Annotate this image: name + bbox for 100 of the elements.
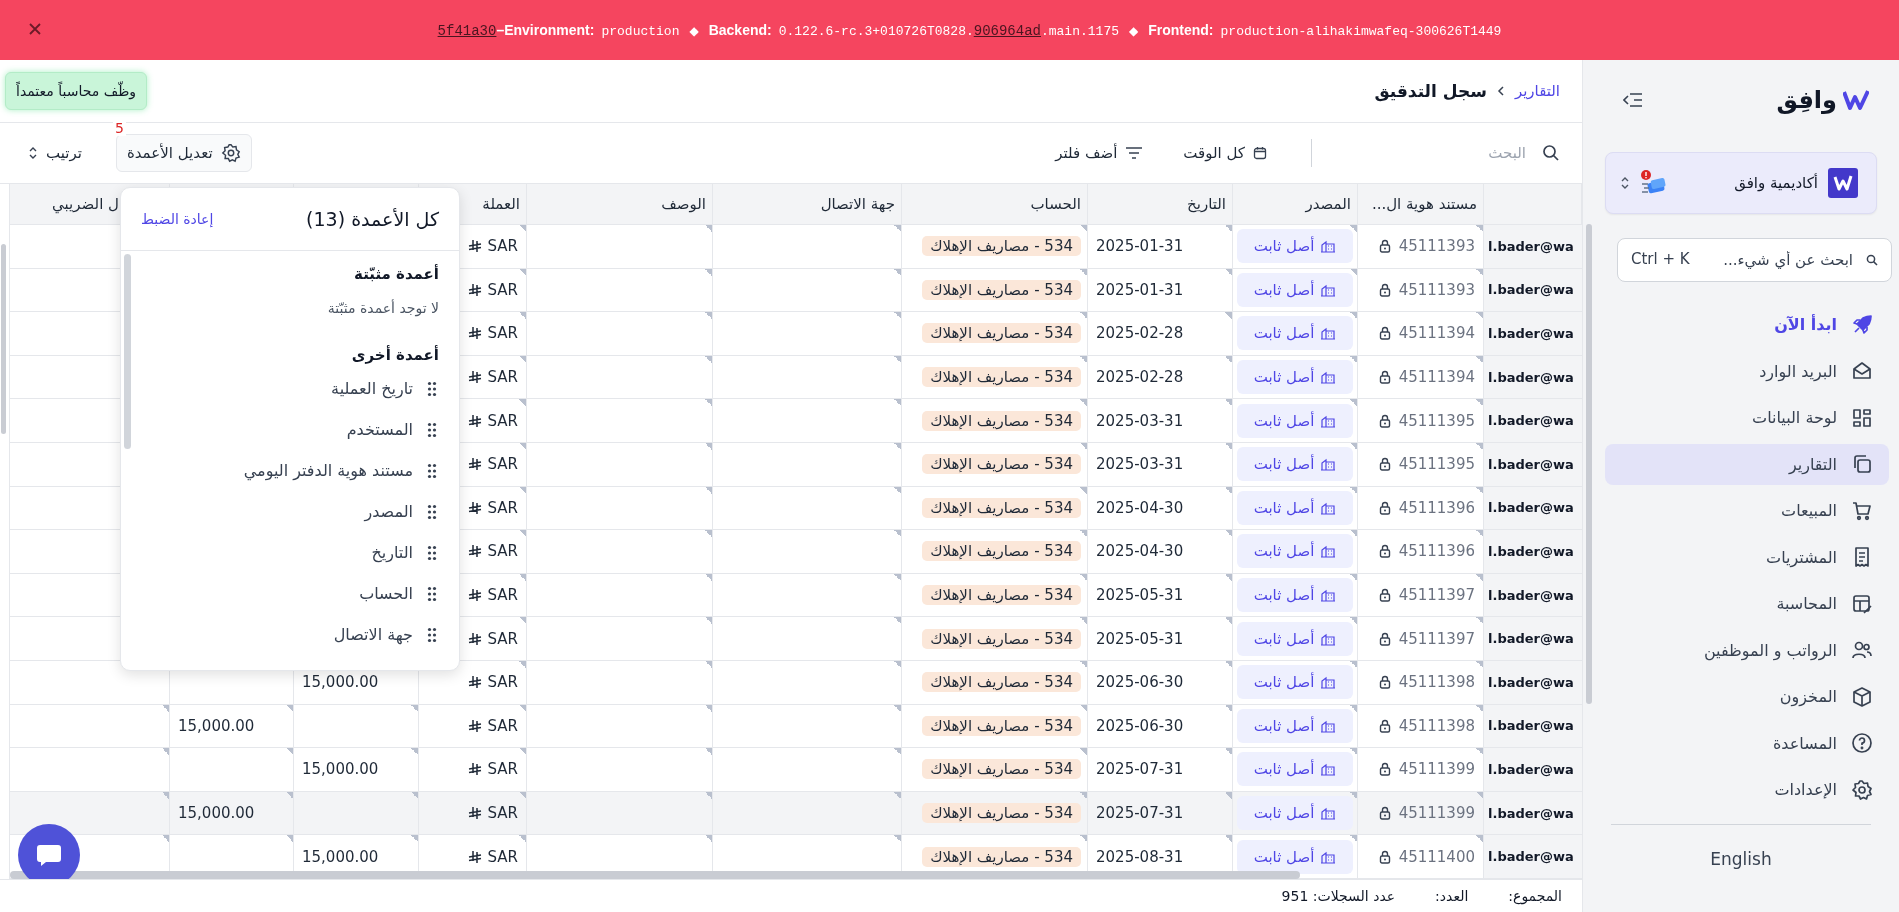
scrollbar[interactable] [1, 244, 6, 434]
nav-item[interactable]: الإعدادات [1605, 769, 1889, 810]
source-tag[interactable]: أصل ثابت [1237, 447, 1353, 482]
env-value: .main.1175 [1040, 23, 1119, 39]
table-cell: 45111395 [1398, 455, 1475, 474]
column-header[interactable]: مستند هوية ال... [1357, 184, 1484, 225]
building-icon [1320, 282, 1337, 297]
nav-item[interactable]: الرواتب و الموظفين [1605, 629, 1889, 671]
source-tag[interactable]: أصل ثابت [1237, 360, 1353, 395]
nav-item[interactable]: البريد الوارد [1605, 350, 1889, 392]
riyal-icon [467, 762, 482, 777]
column-header[interactable]: المصدر [1232, 184, 1358, 225]
search-field[interactable]: البحث [1374, 143, 1528, 163]
column-option[interactable]: المصدر [364, 502, 413, 521]
nav-item[interactable]: التقارير [1605, 443, 1889, 485]
nav-item[interactable]: المحاسبة [1605, 583, 1889, 624]
nav-item[interactable]: المبيعات [1605, 490, 1889, 531]
table-cell: SAR [487, 368, 518, 387]
scrollbar[interactable] [10, 871, 1300, 879]
account-tag: 534 - مصاريف الإهلاك [922, 715, 1081, 736]
column-option[interactable]: مستند هوية الدفتر اليومي [243, 461, 413, 480]
column-header[interactable]: التاريخ [1087, 184, 1233, 225]
env-value: 0.122.6-rc.3+010726T0828. [778, 23, 974, 39]
drag-handle-icon[interactable] [427, 380, 437, 397]
source-tag[interactable]: أصل ثابت [1237, 708, 1353, 743]
source-tag[interactable]: أصل ثابت [1237, 796, 1353, 830]
source-tag[interactable]: أصل ثابت [1237, 490, 1353, 525]
riyal-icon [467, 588, 482, 603]
table-cell: 2025-01-31 [1096, 237, 1184, 256]
table-cell: 2025-02-28 [1096, 368, 1184, 387]
sort-button[interactable]: ترتيب [22, 140, 88, 166]
drag-handle-icon[interactable] [427, 585, 437, 602]
period-button[interactable]: كل الوقت [1177, 140, 1273, 166]
add-filter-button[interactable]: أضف فلتر [1049, 140, 1150, 166]
riyal-icon [467, 544, 482, 559]
table-cell: 15,000.00 [302, 847, 379, 866]
source-tag[interactable]: أصل ثابت [1237, 272, 1353, 307]
organization-switcher[interactable]: أكاديمية وافق [1605, 152, 1877, 214]
nav-item[interactable]: لوحة البيانات [1605, 397, 1889, 438]
nav-item[interactable]: المساعدة [1605, 722, 1889, 764]
source-tag[interactable]: أصل ثابت [1237, 665, 1353, 700]
commit-link[interactable]: 906964ad [973, 22, 1041, 39]
table-cell: l.bader@wa [1488, 413, 1574, 429]
source-tag[interactable]: أصل ثابت [1237, 752, 1353, 787]
column-option[interactable]: تاريخ العملية [331, 379, 413, 398]
table-cell: l.bader@wa [1488, 674, 1574, 690]
drag-handle-icon[interactable] [427, 503, 437, 520]
edit-columns-button[interactable]: تعديل الأعمدة [115, 134, 252, 172]
source-tag[interactable]: أصل ثابت [1237, 839, 1353, 874]
commit-link[interactable]: 5f41a30 [437, 22, 497, 39]
language-link[interactable]: English [1710, 849, 1772, 869]
drag-handle-icon[interactable] [427, 544, 437, 561]
table-cell: 45111398 [1398, 673, 1475, 692]
filter-icon [1125, 146, 1144, 160]
table-cell: l.bader@wa [1488, 805, 1574, 821]
promo-button[interactable]: وظّف محاسباً معتمداً [5, 72, 148, 110]
nav-item[interactable]: المخزون [1605, 676, 1889, 717]
collapse-icon[interactable] [1623, 92, 1643, 108]
organization-logo-icon [1828, 168, 1858, 198]
source-tag[interactable]: أصل ثابت [1237, 229, 1353, 264]
table-cell: 15,000.00 [302, 673, 379, 692]
table-cell: 2025-08-31 [1096, 847, 1184, 866]
source-tag[interactable]: أصل ثابت [1237, 316, 1353, 351]
column-option[interactable]: الحساب [359, 584, 413, 603]
breadcrumb-link[interactable]: التقارير [1514, 82, 1560, 100]
source-tag[interactable]: أصل ثابت [1237, 578, 1353, 613]
source-tag[interactable]: أصل ثابت [1237, 403, 1353, 438]
source-tag[interactable]: أصل ثابت [1237, 621, 1353, 656]
drag-handle-icon[interactable] [427, 421, 437, 438]
table-cell: 2025-02-28 [1096, 324, 1184, 343]
column-option[interactable]: جهة الاتصال [333, 625, 413, 644]
dashboard-icon [1851, 406, 1873, 429]
page-title: سجل التدقيق [1374, 81, 1487, 101]
nav-item[interactable]: المشتريات [1605, 536, 1889, 578]
lock-icon [1378, 588, 1391, 603]
column-header[interactable]: الحساب [901, 184, 1088, 225]
table-cell: 15,000.00 [302, 760, 379, 779]
scrollbar[interactable] [1586, 224, 1592, 704]
scrollbar[interactable] [124, 254, 131, 449]
drag-handle-icon[interactable] [427, 626, 437, 643]
table-cell: 2025-01-31 [1096, 280, 1184, 299]
column-option[interactable]: المستخدم [346, 420, 413, 439]
table-cell: SAR [487, 586, 518, 605]
column-header[interactable]: جهة الاتصال [712, 184, 902, 225]
sort-icon [28, 146, 38, 160]
cart-icon [1851, 499, 1873, 522]
table-cell: l.bader@wa [1488, 369, 1574, 385]
table-cell: 45111393 [1398, 237, 1475, 256]
nav-item[interactable]: ابدأ الآن [1605, 304, 1889, 345]
column-option[interactable]: التاريخ [371, 543, 413, 562]
column-header[interactable]: الوصف [526, 184, 713, 225]
search-icon [1866, 254, 1878, 266]
table-cell: 45111400 [1398, 847, 1475, 866]
env-value: production [601, 23, 680, 39]
account-tag: 534 - مصاريف الإهلاك [922, 846, 1081, 867]
calendar-icon [1253, 146, 1267, 160]
riyal-icon [467, 282, 482, 297]
source-tag[interactable]: أصل ثابت [1237, 534, 1353, 569]
drag-handle-icon[interactable] [427, 462, 437, 479]
table-cell: l.bader@wa [1488, 631, 1574, 647]
